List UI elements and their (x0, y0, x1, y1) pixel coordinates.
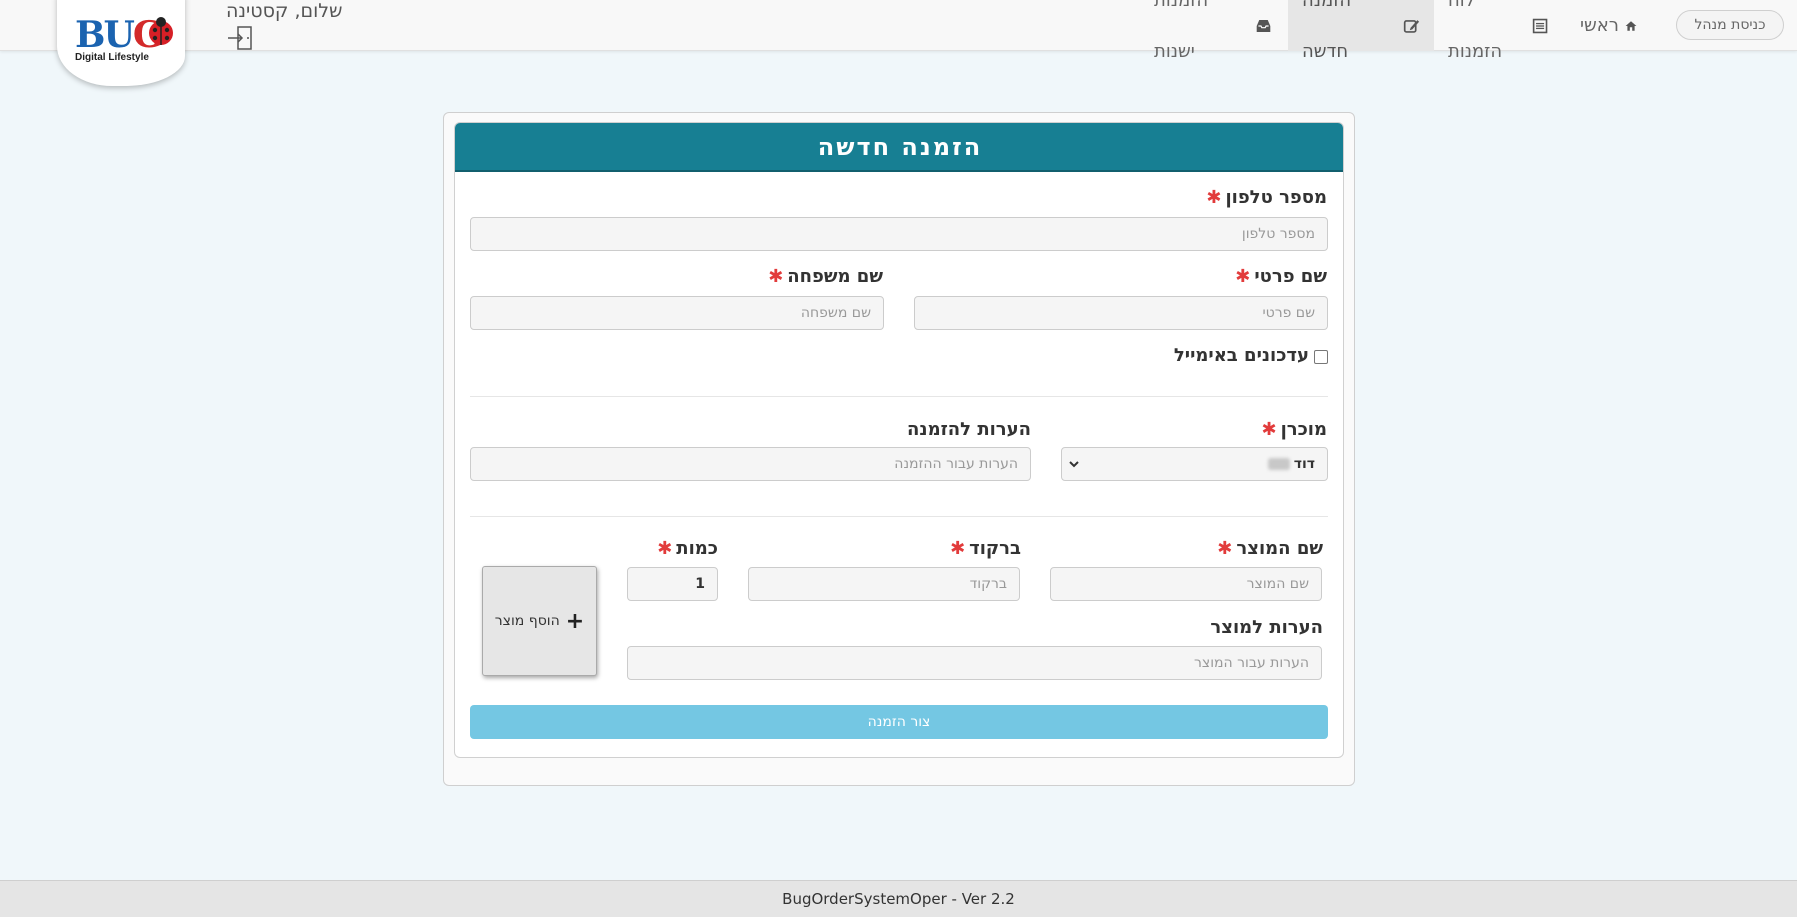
product-name-input[interactable]: שם המוצר (1050, 567, 1322, 601)
seller-label: מוכרן✱ (1261, 419, 1327, 440)
barcode-input[interactable]: ברקוד (748, 567, 1020, 601)
quantity-input[interactable]: 1 (627, 567, 718, 601)
redacted-name (1267, 458, 1290, 470)
form-title: הזמנה חדשה (455, 123, 1343, 172)
last-name-input[interactable]: שם משפחה (470, 296, 884, 330)
email-updates-label: עדכונים באימייל (1173, 345, 1309, 366)
edit-icon (1403, 19, 1420, 33)
brand-logo[interactable]: BUG Digital Lifestyle (57, 0, 185, 86)
nav-old-orders-label: הזמנות ישנות (1154, 0, 1209, 62)
nav-new-order-label: הזמנה חדשה (1302, 0, 1352, 62)
last-name-label: שם משפחה✱ (768, 266, 883, 287)
logo-tagline: Digital Lifestyle (75, 52, 149, 63)
user-greeting: שלום, קסטינה (226, 0, 343, 22)
chevron-down-icon (1069, 461, 1079, 468)
product-notes-label: הערות למוצר (1210, 617, 1323, 638)
add-product-button[interactable]: + הוסף מוצר (482, 566, 597, 676)
inbox-icon (1256, 19, 1271, 32)
phone-input[interactable]: מספר טלפון (470, 217, 1328, 251)
nav-old-orders[interactable]: הזמנות ישנות (1140, 0, 1286, 62)
required-icon: ✱ (1217, 538, 1233, 559)
required-icon: ✱ (950, 538, 966, 559)
required-icon: ✱ (1261, 419, 1277, 440)
product-name-label: שם המוצר✱ (1217, 538, 1323, 559)
footer-version: BugOrderSystemOper - Ver 2.2 (0, 880, 1797, 917)
product-notes-input[interactable]: הערות עבור המוצר (627, 646, 1322, 680)
create-order-button[interactable]: צור הזמנה (470, 705, 1328, 739)
order-notes-label: הערות להזמנה (907, 419, 1031, 440)
phone-label: מספר טלפון✱ (1206, 187, 1327, 208)
barcode-label: ברקוד✱ (950, 538, 1021, 559)
seller-select[interactable]: דוד (1061, 447, 1328, 481)
required-icon: ✱ (1235, 266, 1251, 287)
required-icon: ✱ (1206, 187, 1222, 208)
required-icon: ✱ (657, 538, 673, 559)
first-name-label: שם פרטי✱ (1235, 266, 1327, 287)
admin-login-button[interactable]: כניסת מנהל (1676, 10, 1784, 40)
list-icon (1532, 18, 1548, 33)
plus-icon: + (565, 608, 585, 634)
first-name-input[interactable]: שם פרטי (914, 296, 1328, 330)
home-icon (1625, 20, 1637, 31)
logout-icon[interactable] (227, 26, 254, 50)
required-icon: ✱ (768, 266, 784, 287)
top-navbar: כניסת מנהל ראשי לוח הזמנות הזמנה חדשה הז… (0, 0, 1797, 62)
divider (470, 516, 1328, 517)
nav-home[interactable]: ראשי (1566, 0, 1651, 51)
divider (470, 396, 1328, 397)
nav-home-label: ראשי (1580, 15, 1619, 36)
nav-orders-board[interactable]: לוח הזמנות (1434, 0, 1562, 62)
nav-new-order[interactable]: הזמנה חדשה (1288, 0, 1434, 62)
nav-orders-board-label: לוח הזמנות (1448, 0, 1503, 62)
email-updates-checkbox[interactable] (1314, 350, 1328, 364)
quantity-label: כמות✱ (657, 538, 718, 559)
ladybug-icon (149, 17, 173, 45)
add-product-label: הוסף מוצר (494, 613, 560, 629)
order-notes-input[interactable]: הערות עבור ההזמנה (470, 447, 1031, 481)
